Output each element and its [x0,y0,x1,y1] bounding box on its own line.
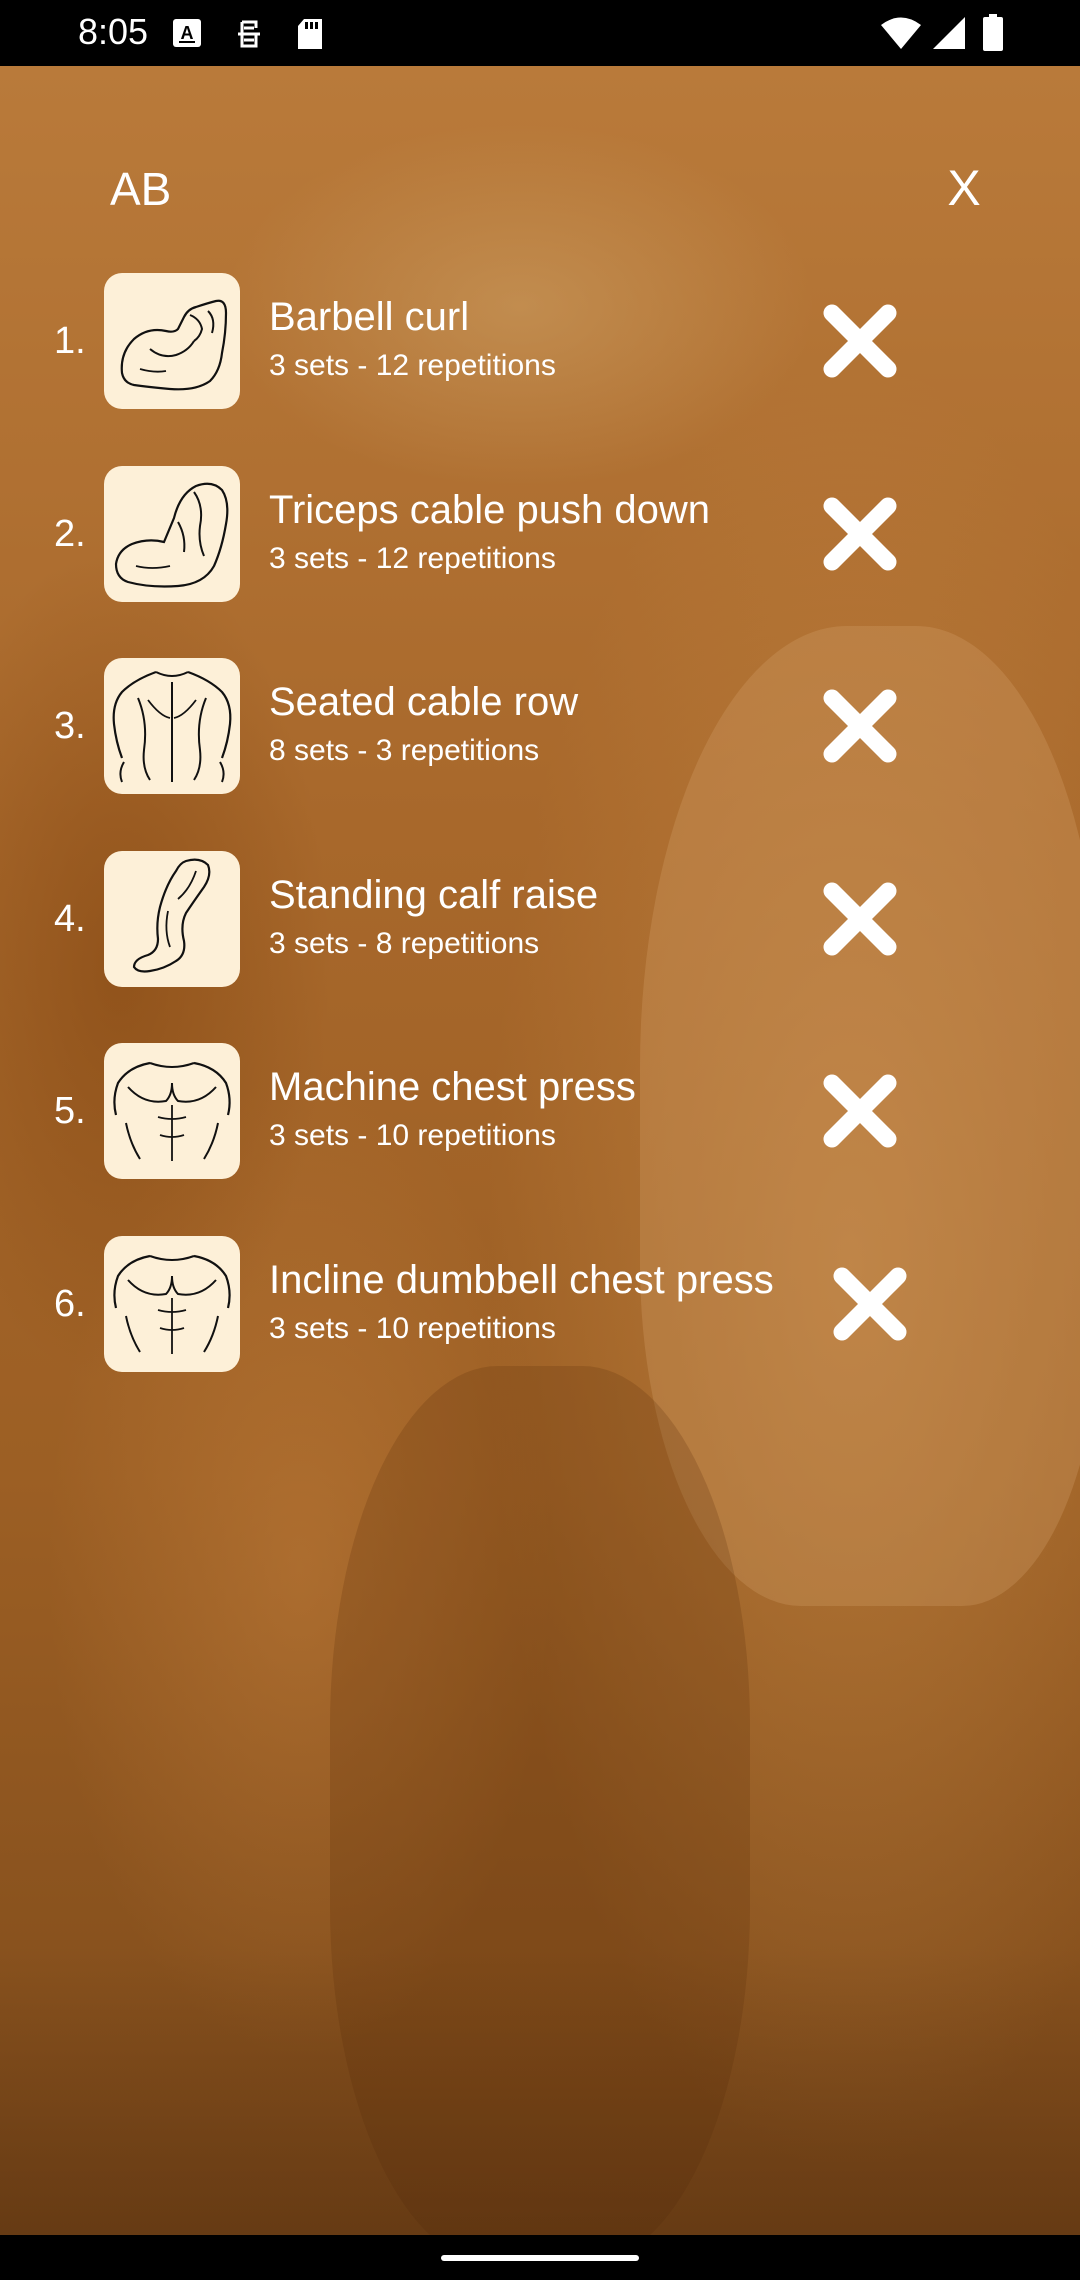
exercise-number: 6. [54,1283,86,1325]
exercise-number: 1. [54,320,86,362]
a-box-icon: A [172,18,202,53]
exercise-name: Triceps cable push down [269,488,710,532]
exercise-name: Seated cable row [269,680,579,724]
navigation-bar [0,2235,1080,2280]
exercise-number: 2. [54,513,86,555]
background-shadow [0,1946,1080,2236]
back-muscles-icon [104,658,240,794]
exercise-row[interactable]: 5. Machine chest press 3 sets - 10 repet… [0,1043,1080,1179]
exercise-row[interactable]: 3. Seated cable row 8 sets - 3 repetitio… [0,658,1080,794]
remove-exercise-button[interactable] [818,299,902,383]
sim-icon [234,18,264,55]
exercise-row[interactable]: 4. Standing calf raise 3 sets - 8 repeti… [0,851,1080,987]
chest-muscles-icon [104,1043,240,1179]
exercise-detail: 3 sets - 8 repetitions [269,927,540,960]
exercise-number: 4. [54,898,86,940]
remove-x-icon [823,1074,897,1148]
exercise-detail: 8 sets - 3 repetitions [269,734,540,767]
wifi-icon [880,16,922,55]
signal-icon [932,16,966,55]
exercise-row[interactable]: 1. Barbell curl 3 sets - 12 repetitions [0,273,1080,409]
screen: 8:05 A AB X 1. Barbell curl 3 sets - 12 … [0,0,1080,2280]
chest-muscles-icon [104,1236,240,1372]
remove-x-icon [823,304,897,378]
leg-calf-icon [104,851,240,987]
exercise-detail: 3 sets - 12 repetitions [269,542,556,575]
exercise-row[interactable]: 6. Incline dumbbell chest press 3 sets -… [0,1236,1080,1372]
remove-exercise-button[interactable] [828,1262,912,1346]
remove-exercise-button[interactable] [818,492,902,576]
sd-card-icon [296,18,324,55]
biceps-flex-icon [104,273,240,409]
exercise-name: Barbell curl [269,295,470,339]
exercise-name: Incline dumbbell chest press [269,1258,774,1302]
exercise-name: Standing calf raise [269,873,599,917]
exercise-name: Machine chest press [269,1065,636,1109]
status-bar: 8:05 A [0,0,1080,66]
svg-text:A: A [181,23,194,43]
remove-exercise-button[interactable] [818,684,902,768]
remove-exercise-button[interactable] [818,1069,902,1153]
remove-x-icon [823,689,897,763]
exercise-number: 3. [54,705,86,747]
exercise-row[interactable]: 2. Triceps cable push down 3 sets - 12 r… [0,466,1080,602]
home-gesture-handle[interactable] [441,2255,639,2261]
remove-x-icon [833,1267,907,1341]
remove-x-icon [823,882,897,956]
arm-triceps-icon [104,466,240,602]
exercise-detail: 3 sets - 10 repetitions [269,1312,556,1345]
remove-x-icon [823,497,897,571]
remove-exercise-button[interactable] [818,877,902,961]
exercise-detail: 3 sets - 12 repetitions [269,349,556,382]
exercise-detail: 3 sets - 10 repetitions [269,1119,556,1152]
battery-icon [982,14,1004,57]
status-time: 8:05 [78,11,149,52]
workout-title: AB [110,163,172,215]
exercise-number: 5. [54,1090,86,1132]
close-button[interactable]: X [936,158,992,218]
